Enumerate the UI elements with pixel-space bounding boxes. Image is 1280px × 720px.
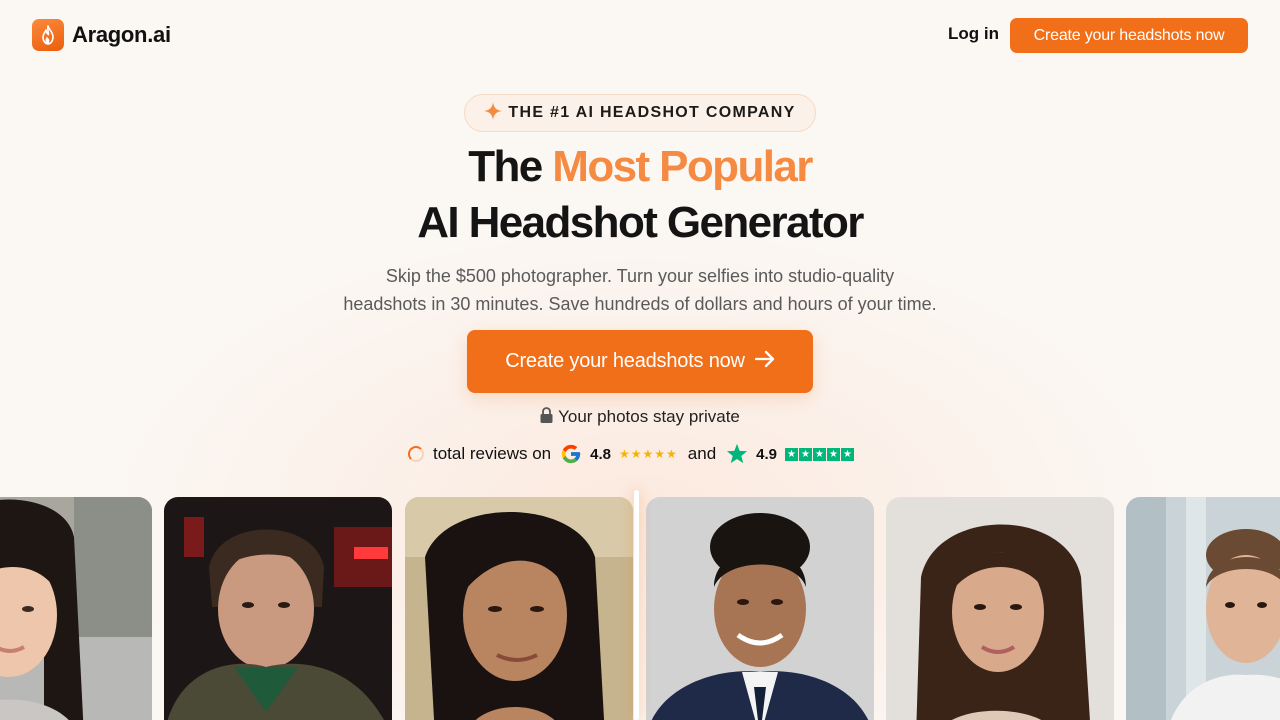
privacy-text: Your photos stay private	[558, 407, 740, 426]
photo-selfie-woman-1	[0, 497, 152, 720]
brand-name: Aragon.ai	[72, 22, 171, 47]
hero-cta-label: Create your headshots now	[505, 350, 745, 372]
google-icon	[560, 443, 582, 465]
arrow-right-icon	[754, 350, 775, 374]
google-rating: 4.8	[590, 445, 611, 463]
photo-selfie-man-1	[164, 497, 392, 720]
hero-badge: THE #1 AI HEADSHOT COMPANY	[464, 94, 816, 132]
trustpilot-stars: ★ ★ ★ ★ ★	[785, 447, 855, 461]
google-stars: ★★★★★	[618, 447, 678, 461]
hero-title-line1: The Most Popular	[0, 142, 1280, 192]
hero-title-accent: Most Popular	[552, 142, 813, 191]
badge-label: THE #1 AI HEADSHOT COMPANY	[508, 104, 796, 121]
trustpilot-star-box-icon: ★	[799, 447, 813, 461]
photo-headshot-man-1	[646, 497, 874, 720]
photo-headshot-man-2	[1126, 497, 1280, 720]
hero-title-line2: AI Headshot Generator	[417, 198, 864, 247]
reviews-prefix: total reviews on	[433, 444, 552, 463]
hero-title-part1: The	[468, 142, 553, 191]
logo[interactable]: Aragon.ai	[32, 19, 171, 51]
photo-headshot-woman-2	[886, 497, 1114, 720]
trustpilot-star-box-icon: ★	[785, 447, 799, 461]
trustpilot-star-icon	[726, 443, 748, 465]
trustpilot-star-box-icon: ★	[813, 447, 827, 461]
photo-carousel[interactable]	[0, 497, 1280, 720]
privacy-note: Your photos stay private	[0, 406, 1280, 428]
lock-icon	[540, 406, 553, 428]
hero-create-headshots-button[interactable]: Create your headshots now	[467, 330, 813, 393]
hero-subtitle-line1: Skip the $500 photographer. Turn your se…	[385, 266, 895, 286]
trustpilot-star-box-icon: ★	[827, 447, 841, 461]
reviews-summary: total reviews on 4.8 ★★★★★ and 4.9 ★ ★ ★…	[408, 441, 855, 467]
flame-icon	[32, 19, 64, 51]
hero-subtitle-line2: headshots in 30 minutes. Save hundreds o…	[343, 294, 937, 314]
before-after-divider[interactable]	[634, 490, 639, 720]
login-link[interactable]: Log in	[948, 24, 999, 44]
photo-selfie-woman-2	[405, 497, 633, 720]
sparkle-icon	[484, 101, 503, 125]
loading-spinner-icon	[408, 446, 424, 462]
trustpilot-rating: 4.9	[756, 445, 778, 463]
site-header: Aragon.ai Log in Create your headshots n…	[0, 0, 1280, 70]
reviews-and: and	[687, 444, 717, 463]
trustpilot-star-box-icon: ★	[841, 447, 855, 461]
header-create-headshots-button[interactable]: Create your headshots now	[1010, 18, 1248, 53]
